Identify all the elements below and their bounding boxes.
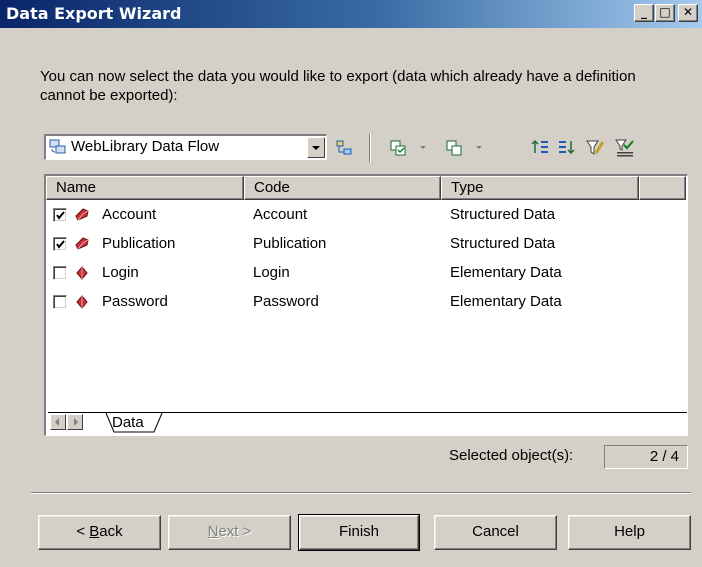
structured-data-icon xyxy=(74,236,90,256)
structured-data-icon xyxy=(74,207,90,227)
selected-objects-label: Selected object(s): xyxy=(449,447,574,464)
column-header-filler xyxy=(639,176,686,200)
next-label-mnemonic: N xyxy=(207,523,219,540)
table-row[interactable]: Account Account Structured Data xyxy=(46,202,686,231)
window-title: Data Export Wizard xyxy=(6,4,182,23)
move-down-icon[interactable] xyxy=(556,137,578,159)
finish-button[interactable]: Finish xyxy=(298,514,420,551)
combo-dropdown-button[interactable] xyxy=(307,137,325,158)
minimize-button[interactable]: _ xyxy=(634,4,654,22)
move-up-icon[interactable] xyxy=(530,137,552,159)
cell-type: Elementary Data xyxy=(450,293,562,310)
cell-type: Structured Data xyxy=(450,206,556,223)
cell-type: Structured Data xyxy=(450,235,556,252)
elementary-data-icon xyxy=(74,265,90,285)
deselect-dropdown-arrow[interactable] xyxy=(476,146,482,149)
select-dropdown-arrow[interactable] xyxy=(420,146,426,149)
close-button[interactable]: ✕ xyxy=(678,4,698,22)
row-checkbox[interactable] xyxy=(53,208,67,222)
row-checkbox[interactable] xyxy=(53,266,67,280)
table-row[interactable]: Login Login Elementary Data xyxy=(46,260,686,289)
cell-type: Elementary Data xyxy=(450,264,562,281)
back-label-suffix: ack xyxy=(99,523,123,540)
elementary-data-icon xyxy=(74,294,90,314)
next-label-suffix: ext > xyxy=(218,523,252,540)
back-label-mnemonic: B xyxy=(89,523,100,540)
help-button[interactable]: Help xyxy=(568,515,691,550)
row-checkbox[interactable] xyxy=(53,237,67,251)
column-header-type[interactable]: Type xyxy=(441,176,639,200)
table-row[interactable]: Publication Publication Structured Data xyxy=(46,231,686,260)
tab-strip: Data xyxy=(48,412,687,434)
deselect-all-icon[interactable] xyxy=(444,137,466,159)
cell-name: Account xyxy=(102,206,157,223)
combo-value: WebLibrary Data Flow xyxy=(71,138,220,155)
tab-scroll-right-button[interactable] xyxy=(67,414,83,430)
next-button[interactable]: Next > xyxy=(168,515,291,550)
list-header: Name Code Type xyxy=(46,176,686,200)
model-combo[interactable]: WebLibrary Data Flow xyxy=(44,134,327,160)
tab-data[interactable]: Data xyxy=(112,414,144,431)
cell-code: Publication xyxy=(253,235,327,252)
cell-name: Login xyxy=(102,264,139,281)
filter-icon[interactable] xyxy=(584,137,606,159)
filter-apply-icon[interactable] xyxy=(614,137,636,159)
instructions-text: You can now select the data you would li… xyxy=(40,68,636,104)
cell-code: Password xyxy=(253,293,319,310)
cell-code: Login xyxy=(253,264,290,281)
tab-scroll-left-button[interactable] xyxy=(50,414,66,430)
back-button[interactable]: < Back xyxy=(38,515,161,550)
toolbar-separator xyxy=(369,134,371,162)
row-checkbox[interactable] xyxy=(53,295,67,309)
maximize-button[interactable]: □ xyxy=(655,4,675,22)
selected-objects-count: 2 / 4 xyxy=(604,445,688,469)
cell-code: Account xyxy=(253,206,308,223)
column-header-code[interactable]: Code xyxy=(244,176,441,200)
cell-name: Publication xyxy=(102,235,176,252)
back-label-prefix: < xyxy=(76,523,90,540)
column-header-name[interactable]: Name xyxy=(46,176,244,200)
title-bar: Data Export Wizard _ □ ✕ xyxy=(0,0,702,28)
table-row[interactable]: Password Password Elementary Data xyxy=(46,289,686,318)
select-all-icon[interactable] xyxy=(388,137,410,159)
data-flow-icon xyxy=(49,139,67,159)
cancel-button[interactable]: Cancel xyxy=(434,515,557,550)
divider xyxy=(31,492,691,494)
data-list[interactable]: Name Code Type Account Account Structure… xyxy=(44,174,688,436)
cell-name: Password xyxy=(102,293,168,310)
properties-icon[interactable] xyxy=(333,137,355,159)
